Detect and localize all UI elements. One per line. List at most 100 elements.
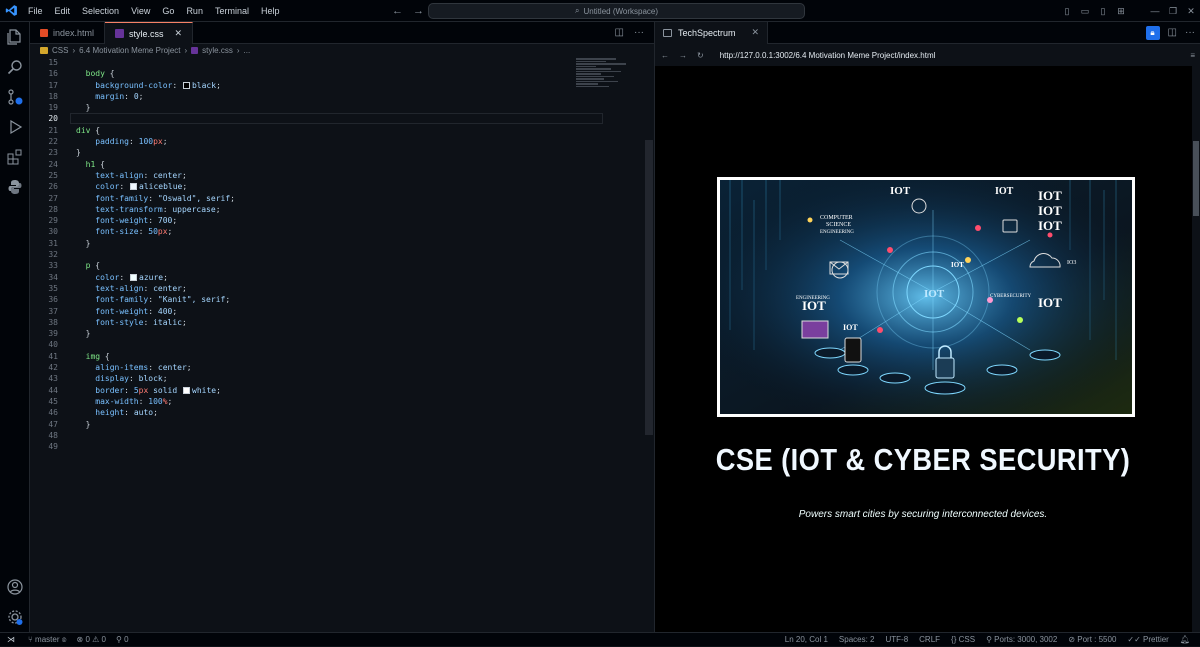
explorer-icon[interactable] <box>6 28 24 46</box>
code-line[interactable]: height: auto; <box>76 407 576 418</box>
menu-edit[interactable]: Edit <box>49 0 77 22</box>
reload-icon[interactable]: ↻ <box>697 51 704 60</box>
code-line[interactable]: text-transform: uppercase; <box>76 204 576 215</box>
code-line[interactable]: font-weight: 400; <box>76 306 576 317</box>
forwarded-ports[interactable]: ⚲ Ports: 3000, 3002 <box>986 635 1057 644</box>
tab-techspectrum[interactable]: TechSpectrum ✕ <box>655 21 769 44</box>
customize-layout-icon[interactable]: ⊞ <box>1112 6 1130 17</box>
code-line[interactable]: align-items: center; <box>76 362 576 373</box>
code-line[interactable] <box>76 339 576 350</box>
problems-status[interactable]: ⊗ 0 ⚠ 0 <box>77 635 106 644</box>
code-line[interactable]: } <box>76 238 576 249</box>
menu-view[interactable]: View <box>125 0 156 22</box>
close-window-icon[interactable]: ✕ <box>1182 6 1200 17</box>
back-arrow-icon[interactable]: ← <box>661 51 669 60</box>
code-line[interactable]: margin: 0; <box>76 91 576 102</box>
settings-gear-icon[interactable] <box>6 608 24 626</box>
more-actions-icon[interactable]: ··· <box>634 27 644 38</box>
more-actions-icon[interactable]: ··· <box>1185 27 1195 38</box>
forward-arrow-icon[interactable]: → <box>679 51 687 60</box>
remote-icon[interactable]: ⋊ <box>0 633 22 647</box>
code-line[interactable]: max-width: 100%; <box>76 396 576 407</box>
toggle-panel-icon[interactable]: ▭ <box>1076 6 1094 17</box>
code-line[interactable]: color: aliceblue; <box>76 181 576 192</box>
toggle-secondary-sidebar-icon[interactable]: ▯ <box>1094 6 1112 17</box>
code-line[interactable] <box>76 113 576 124</box>
language-mode[interactable]: {} CSS <box>951 635 975 644</box>
code-line[interactable]: p { <box>76 260 576 271</box>
python-icon[interactable] <box>6 178 24 196</box>
ports-status[interactable]: ⚲ 0 <box>116 635 129 644</box>
line-ending[interactable]: CRLF <box>919 635 940 644</box>
code-line[interactable]: font-family: "Oswald", serif; <box>76 193 576 204</box>
code-line[interactable]: color: azure; <box>76 272 576 283</box>
code-line[interactable]: } <box>76 419 576 430</box>
code-line[interactable] <box>76 430 576 441</box>
prettier-status[interactable]: ✓✓ Prettier <box>1127 635 1168 644</box>
breadcrumb-item[interactable]: style.css <box>202 46 233 55</box>
code-line[interactable]: font-family: "Kanit", serif; <box>76 294 576 305</box>
code-line[interactable]: body { <box>76 68 576 79</box>
code-line[interactable]: border: 5px solid white; <box>76 385 576 396</box>
code-line[interactable]: text-align: center; <box>76 283 576 294</box>
breadcrumb-item[interactable]: ... <box>244 46 251 55</box>
tab-style-css[interactable]: style.css ✕ <box>105 22 194 44</box>
url-input[interactable]: http://127.0.0.1:3002/6.4 Motivation Mem… <box>720 51 936 60</box>
notifications-bell-icon[interactable]: 🔔︎ <box>1180 635 1190 644</box>
code-line[interactable] <box>76 57 576 68</box>
run-debug-icon[interactable] <box>6 118 24 136</box>
code-line[interactable]: h1 { <box>76 159 576 170</box>
code-line[interactable]: display: block; <box>76 373 576 384</box>
menu-selection[interactable]: Selection <box>76 0 125 22</box>
breadcrumb-item[interactable]: CSS <box>52 46 68 55</box>
code-line[interactable]: background-color: black; <box>76 80 576 91</box>
forward-arrow-icon[interactable]: → <box>413 0 424 22</box>
menu-file[interactable]: File <box>22 0 49 22</box>
minimap[interactable] <box>576 57 646 117</box>
indentation[interactable]: Spaces: 2 <box>839 635 875 644</box>
line-number: 33 <box>48 261 58 271</box>
extensions-icon[interactable] <box>6 148 24 166</box>
code-line[interactable]: div { <box>76 125 576 136</box>
close-tab-icon[interactable]: ✕ <box>175 28 183 39</box>
split-editor-icon[interactable]: ◫ <box>615 27 624 38</box>
browser-scrollbar[interactable] <box>1192 66 1200 632</box>
code-lines[interactable]: body { background-color: black; margin: … <box>76 57 576 452</box>
tab-index-html[interactable]: index.html <box>30 22 106 44</box>
cursor-position[interactable]: Ln 20, Col 1 <box>785 635 828 644</box>
back-arrow-icon[interactable]: ← <box>392 0 403 22</box>
menu-help[interactable]: Help <box>255 0 286 22</box>
account-icon[interactable] <box>6 578 24 596</box>
code-line[interactable]: font-weight: 700; <box>76 215 576 226</box>
menu-icon[interactable]: ≡ <box>1190 51 1200 60</box>
menu-terminal[interactable]: Terminal <box>209 0 255 22</box>
code-line[interactable]: font-size: 50px; <box>76 226 576 237</box>
code-line[interactable]: } <box>76 328 576 339</box>
code-line[interactable]: font-style: italic; <box>76 317 576 328</box>
code-editor[interactable]: 15 16 17 18 19 20 21 22 23 24 25 26 27 28 29 30 31 32 33 34… <box>30 57 654 632</box>
scrollbar-thumb[interactable] <box>1193 141 1199 216</box>
code-line[interactable]: img { <box>76 351 576 362</box>
menu-go[interactable]: Go <box>156 0 180 22</box>
live-server-port[interactable]: ⊘ Port : 5500 <box>1068 635 1116 644</box>
code-line[interactable] <box>76 441 576 452</box>
code-line[interactable]: padding: 100px; <box>76 136 576 147</box>
menu-run[interactable]: Run <box>180 0 209 22</box>
minimize-icon[interactable]: — <box>1146 6 1164 16</box>
breadcrumb-item[interactable]: 6.4 Motivation Meme Project <box>79 46 180 55</box>
code-line[interactable]: } <box>76 147 576 158</box>
branch-status[interactable]: ⑂ master ◎ <box>28 635 67 644</box>
search-icon[interactable] <box>6 58 24 76</box>
editor-scrollbar[interactable] <box>645 140 653 435</box>
restore-icon[interactable]: ❐ <box>1164 6 1182 17</box>
toggle-sidebar-icon[interactable]: ▯ <box>1058 6 1076 17</box>
close-tab-icon[interactable]: ✕ <box>752 27 760 38</box>
encoding[interactable]: UTF-8 <box>885 635 908 644</box>
source-control-icon[interactable] <box>6 88 24 106</box>
code-line[interactable] <box>76 249 576 260</box>
split-editor-icon[interactable]: ◫ <box>1168 27 1177 38</box>
code-line[interactable]: text-align: center; <box>76 170 576 181</box>
command-center[interactable]: ⌕ Untitled (Workspace) <box>428 3 805 19</box>
code-line[interactable]: } <box>76 102 576 113</box>
lock-icon[interactable]: 🔒︎ <box>1145 25 1160 40</box>
